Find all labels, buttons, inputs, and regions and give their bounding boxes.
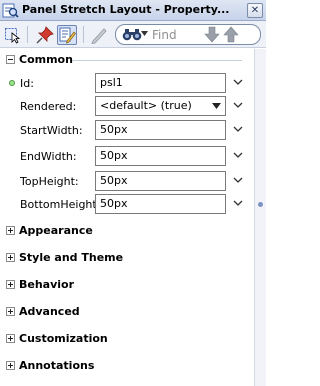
toolbar-separator bbox=[27, 26, 28, 43]
expand-icon[interactable] bbox=[6, 307, 15, 316]
section-divider bbox=[72, 60, 242, 61]
chevron-down-icon[interactable] bbox=[233, 125, 243, 133]
section-advanced[interactable]: Advanced bbox=[0, 302, 254, 322]
edit-properties-button[interactable] bbox=[57, 25, 77, 45]
property-label: BottomHeight: bbox=[20, 198, 101, 211]
chevron-down-icon[interactable] bbox=[233, 151, 243, 159]
toolbar: Find bbox=[0, 21, 266, 48]
chevron-down-icon[interactable] bbox=[233, 176, 243, 184]
section-label: Appearance bbox=[19, 224, 93, 237]
find-field[interactable]: Find bbox=[115, 24, 261, 45]
property-inspector-content: Common Id: psl1 Rendered: <default> (tru… bbox=[0, 49, 254, 386]
section-label: Advanced bbox=[19, 305, 80, 318]
expand-icon[interactable] bbox=[6, 280, 15, 289]
section-label: Behavior bbox=[19, 278, 75, 291]
section-annotations[interactable]: Annotations bbox=[0, 356, 254, 376]
section-label: Annotations bbox=[19, 359, 95, 372]
section-style-and-theme[interactable]: Style and Theme bbox=[0, 248, 254, 268]
edit-properties-icon bbox=[59, 27, 76, 44]
scroll-indicator bbox=[258, 202, 263, 207]
find-placeholder: Find bbox=[152, 28, 177, 42]
startwidth-input[interactable]: 50px bbox=[95, 120, 226, 140]
select-component-icon[interactable] bbox=[3, 25, 23, 45]
rendered-select[interactable]: <default> (true) bbox=[95, 96, 226, 116]
expand-icon[interactable] bbox=[6, 253, 15, 262]
window-title: Panel Stretch Layout - Property... bbox=[22, 3, 230, 16]
property-label: StartWidth: bbox=[20, 124, 83, 137]
property-row-id: Id: psl1 bbox=[0, 72, 254, 94]
expand-icon[interactable] bbox=[6, 226, 15, 235]
property-row-topheight: TopHeight: 50px bbox=[0, 170, 254, 192]
binoculars-icon bbox=[122, 29, 142, 41]
required-indicator-icon bbox=[9, 80, 15, 86]
chevron-down-icon[interactable] bbox=[233, 199, 243, 207]
property-row-rendered: Rendered: <default> (true) bbox=[0, 95, 254, 117]
property-label: EndWidth: bbox=[20, 150, 77, 163]
toolbar-separator bbox=[83, 26, 84, 43]
caret-down-icon[interactable] bbox=[141, 31, 148, 36]
property-label: TopHeight: bbox=[20, 175, 79, 188]
property-label: Rendered: bbox=[20, 100, 77, 113]
property-row-bottomheight: BottomHeight: 50px bbox=[0, 193, 254, 215]
topheight-input[interactable]: 50px bbox=[95, 171, 226, 191]
expand-icon[interactable] bbox=[6, 334, 15, 343]
find-previous-icon[interactable] bbox=[222, 26, 240, 43]
rendered-select-value: <default> (true) bbox=[100, 99, 192, 112]
section-label: Customization bbox=[19, 332, 108, 345]
close-button[interactable]: ✕ bbox=[247, 3, 263, 18]
collapse-icon[interactable] bbox=[6, 55, 15, 64]
property-inspector-icon bbox=[2, 3, 19, 18]
endwidth-input[interactable]: 50px bbox=[95, 146, 226, 166]
section-common[interactable]: Common bbox=[0, 50, 254, 70]
vertical-scrollbar[interactable] bbox=[254, 49, 266, 386]
window-title-bar: Panel Stretch Layout - Property... ✕ bbox=[0, 0, 266, 21]
property-row-endwidth: EndWidth: 50px bbox=[0, 145, 254, 167]
id-input[interactable]: psl1 bbox=[95, 73, 226, 93]
chevron-down-icon[interactable] bbox=[233, 78, 243, 86]
section-behavior[interactable]: Behavior bbox=[0, 275, 254, 295]
find-next-icon[interactable] bbox=[203, 26, 221, 43]
property-row-startwidth: StartWidth: 50px bbox=[0, 119, 254, 141]
section-customization[interactable]: Customization bbox=[0, 329, 254, 349]
bottomheight-input[interactable]: 50px bbox=[95, 194, 226, 214]
pin-icon[interactable] bbox=[35, 25, 55, 45]
chevron-down-icon[interactable] bbox=[233, 101, 243, 109]
pencil-icon[interactable] bbox=[89, 25, 109, 45]
section-appearance[interactable]: Appearance bbox=[0, 221, 254, 241]
section-common-label: Common bbox=[19, 53, 73, 66]
expand-icon[interactable] bbox=[6, 361, 15, 370]
dropdown-arrow-icon bbox=[212, 103, 221, 109]
property-label: Id: bbox=[20, 77, 34, 90]
section-label: Style and Theme bbox=[19, 251, 124, 264]
